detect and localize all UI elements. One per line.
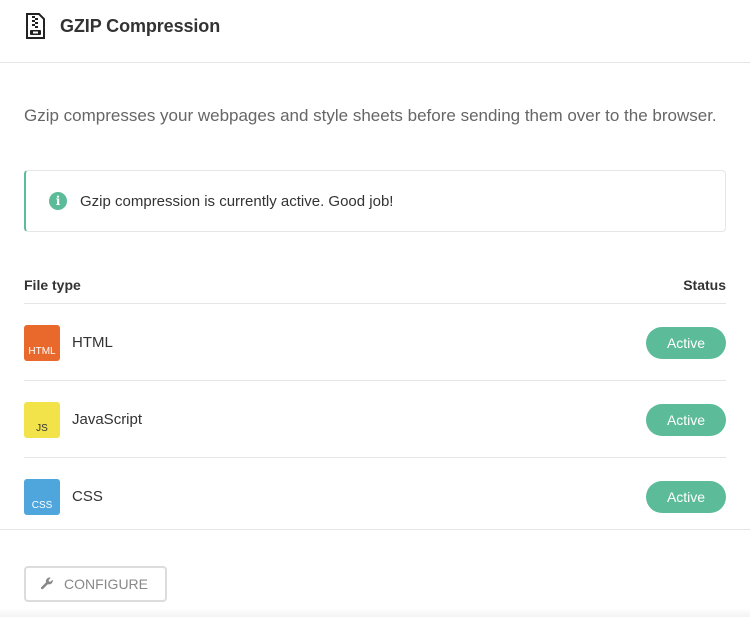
css-file-icon: CSS [24,479,60,515]
status-badge: Active [646,481,726,513]
wrench-icon [40,570,54,590]
gzip-archive-icon [24,13,48,39]
file-badge-label: JS [36,423,48,434]
status-notice: i Gzip compression is currently active. … [24,170,726,232]
file-type-name: CSS [72,488,103,505]
table-row-css: CSS CSS Active [24,458,726,535]
header: GZIP Compression [0,0,750,63]
table-row-html: HTML HTML Active [24,304,726,381]
table-header: File type Status [24,270,726,304]
column-header-status: Status [683,277,726,293]
bottom-shadow [0,608,750,617]
file-badge-label: CSS [31,500,53,511]
configure-button[interactable]: CONFIGURE [24,566,167,602]
file-badge-label: HTML [28,346,56,357]
column-header-file-type: File type [24,277,81,293]
html-file-icon: HTML [24,325,60,361]
page-title: GZIP Compression [60,16,221,36]
status-badge: Active [646,327,726,359]
javascript-file-icon: JS [24,402,60,438]
file-type-name: HTML [72,334,113,351]
info-icon: i [49,192,67,210]
configure-button-label: CONFIGURE [64,576,148,592]
notice-text: Gzip compression is currently active. Go… [80,193,394,210]
table-row-javascript: JS JavaScript Active [24,381,726,458]
description-text: Gzip compresses your webpages and style … [24,106,717,125]
file-type-name: JavaScript [72,411,143,428]
status-badge: Active [646,404,726,436]
footer-divider [0,529,750,530]
